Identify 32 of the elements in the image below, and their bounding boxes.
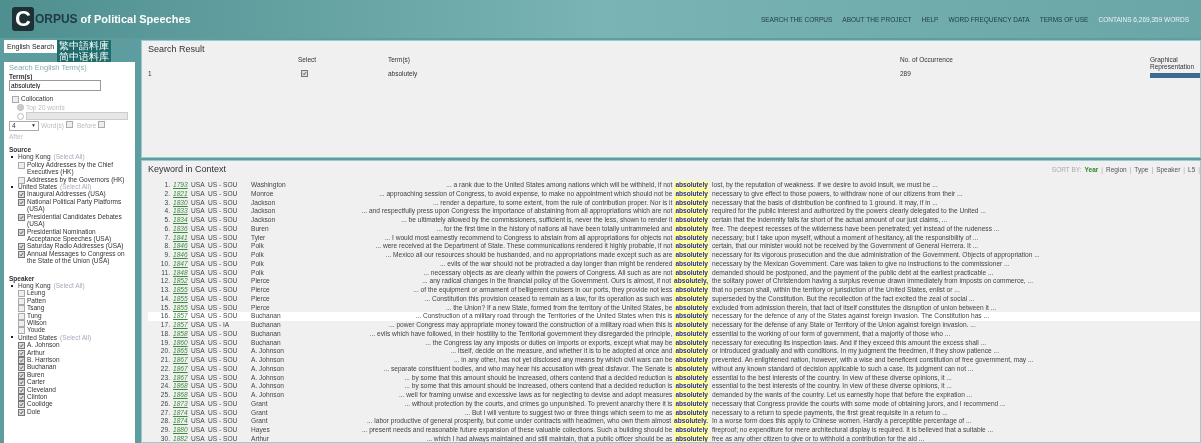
checkbox[interactable]	[18, 176, 25, 184]
panel-title: Keyword in Context	[148, 164, 227, 174]
checkbox[interactable]	[18, 401, 25, 409]
checkbox[interactable]	[18, 319, 25, 327]
checkbox[interactable]	[18, 213, 25, 221]
checkbox[interactable]	[18, 290, 25, 298]
tab[interactable]: 繁中語料庫	[57, 40, 112, 51]
checkbox[interactable]	[18, 191, 25, 199]
panel-title: Search Result	[148, 44, 206, 54]
checkbox[interactable]	[18, 228, 25, 236]
logo-text: ORPUS	[34, 12, 78, 26]
checkbox[interactable]	[18, 161, 25, 169]
checkbox[interactable]	[301, 69, 308, 77]
site-title: of Political Speeches	[80, 13, 191, 25]
checkbox[interactable]	[18, 379, 25, 387]
checkbox[interactable]	[18, 349, 25, 357]
checkbox[interactable]	[18, 394, 25, 402]
checkbox[interactable]	[18, 250, 25, 258]
checkbox[interactable]	[18, 364, 25, 372]
checkbox[interactable]	[18, 327, 25, 335]
checkbox[interactable]	[18, 408, 25, 416]
checkbox[interactable]	[18, 198, 25, 206]
checkbox[interactable]	[18, 297, 25, 305]
checkbox[interactable]	[18, 312, 25, 320]
tab[interactable]: 简中语料库	[57, 51, 112, 62]
checkbox[interactable]	[18, 386, 25, 394]
logo-mark: C	[12, 7, 34, 31]
checkbox[interactable]	[18, 243, 25, 251]
checkbox[interactable]	[18, 305, 25, 313]
checkbox[interactable]	[18, 357, 25, 364]
checkbox[interactable]	[18, 371, 25, 379]
checkbox[interactable]	[18, 342, 25, 350]
